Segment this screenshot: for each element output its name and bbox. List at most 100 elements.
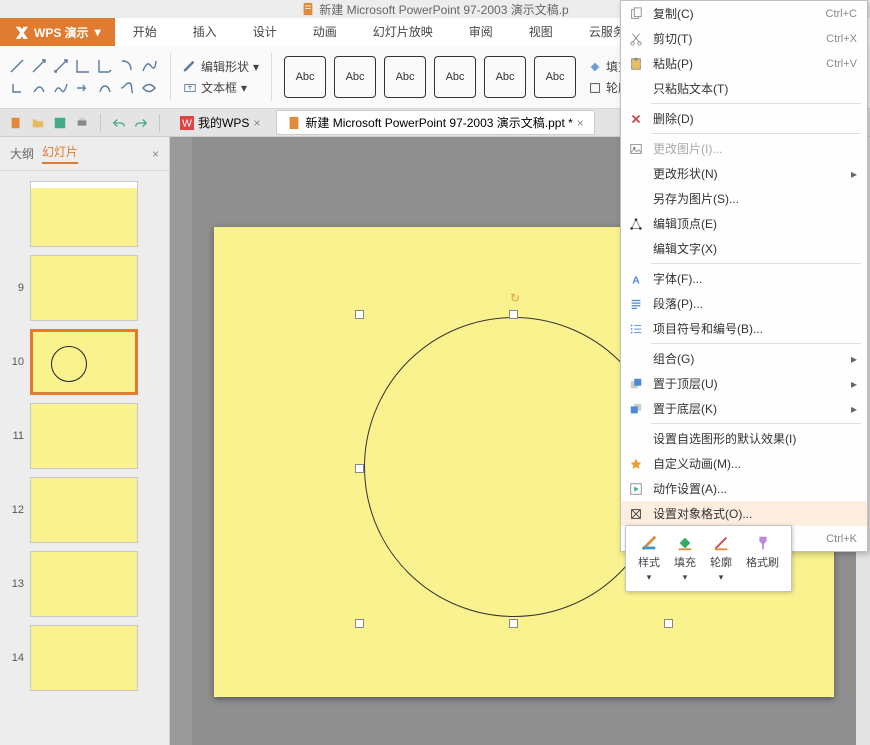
menu-item-paste-text[interactable]: 只粘贴文本(T) (621, 76, 867, 101)
shortcut-label: Ctrl+C (826, 8, 857, 20)
menu-item-action-settings[interactable]: 动作设置(A)... (621, 476, 867, 501)
new-doc-icon[interactable] (8, 115, 24, 131)
style-gallery[interactable]: Abc Abc Abc Abc Abc Abc (284, 56, 576, 98)
slide-thumbnail[interactable]: 11 (0, 399, 169, 473)
document-icon (301, 2, 315, 16)
menu-item-format-object[interactable]: 设置对象格式(O)... (621, 501, 867, 526)
undo-icon[interactable] (111, 115, 127, 131)
menu-item-group[interactable]: 组合(G)▸ (621, 346, 867, 371)
menu-item-label: 删除(D) (653, 110, 694, 127)
style-preset[interactable]: Abc (534, 56, 576, 98)
home-tab[interactable]: W 我的WPS × (170, 111, 270, 134)
menu-item-delete[interactable]: 删除(D) (621, 106, 867, 131)
menu-item-label: 更改形状(N) (653, 165, 718, 182)
menu-item-edit-text[interactable]: 编辑文字(X) (621, 236, 867, 261)
menu-item-save-as-picture[interactable]: 另存为图片(S)... (621, 186, 867, 211)
menu-item-send-back[interactable]: 置于底层(K)▸ (621, 396, 867, 421)
slide-preview (30, 403, 138, 469)
style-preset[interactable]: Abc (334, 56, 376, 98)
image-icon (628, 141, 644, 157)
submenu-arrow-icon: ▸ (851, 377, 857, 391)
textbox-button[interactable]: 文本框▾ (183, 79, 259, 96)
menu-item-copy[interactable]: 复制(C)Ctrl+C (621, 1, 867, 26)
floating-toolbox[interactable]: 样式▾ 填充▾ 轮廓▾ 格式刷 (625, 525, 792, 592)
resize-handle[interactable] (355, 619, 364, 628)
redo-icon[interactable] (133, 115, 149, 131)
slide-thumbnail[interactable]: 12 (0, 473, 169, 547)
tab-view[interactable]: 视图 (511, 17, 571, 46)
resize-handle[interactable] (664, 619, 673, 628)
slide-number: 10 (6, 356, 24, 368)
menu-item-label: 更改图片(I)... (653, 140, 722, 157)
tab-animation[interactable]: 动画 (295, 17, 355, 46)
menu-separator (651, 103, 861, 104)
tab-start[interactable]: 开始 (115, 17, 175, 46)
style-preset[interactable]: Abc (384, 56, 426, 98)
menu-item-default-effect[interactable]: 设置自选图形的默认效果(I) (621, 426, 867, 451)
resize-handle[interactable] (509, 619, 518, 628)
menu-item-label: 段落(P)... (653, 295, 703, 312)
slides-tab[interactable]: 幻灯片 (42, 143, 78, 164)
rotate-handle-icon[interactable]: ↻ (510, 291, 520, 305)
outline-button[interactable]: 轮廓▾ (704, 532, 738, 585)
menu-item-edit-points[interactable]: 编辑顶点(E) (621, 211, 867, 236)
shortcut-label: Ctrl+X (826, 33, 857, 45)
wps-logo-icon: W (180, 116, 194, 130)
menu-item-label: 设置对象格式(O)... (653, 505, 752, 522)
style-preset[interactable]: Abc (484, 56, 526, 98)
dropdown-icon: ▾ (95, 25, 101, 39)
menu-item-custom-anim[interactable]: 自定义动画(M)... (621, 451, 867, 476)
resize-handle[interactable] (355, 310, 364, 319)
close-icon[interactable]: × (577, 116, 584, 130)
app-badge[interactable]: WPS 演示 ▾ (0, 18, 115, 46)
style-button[interactable]: 样式▾ (632, 532, 666, 585)
tab-review[interactable]: 审阅 (451, 17, 511, 46)
points-icon (628, 216, 644, 232)
close-icon[interactable]: × (253, 116, 260, 130)
tab-slideshow[interactable]: 幻灯片放映 (355, 17, 451, 46)
document-title: 新建 Microsoft PowerPoint 97-2003 演示文稿.p (319, 1, 568, 18)
slide-number: 12 (6, 504, 24, 516)
fill-button[interactable]: 填充▾ (668, 532, 702, 585)
style-preset[interactable]: Abc (284, 56, 326, 98)
open-icon[interactable] (30, 115, 46, 131)
save-icon[interactable] (52, 115, 68, 131)
menu-item-bullets[interactable]: 项目符号和编号(B)... (621, 316, 867, 341)
menu-separator (651, 423, 861, 424)
menu-item-cut[interactable]: 剪切(T)Ctrl+X (621, 26, 867, 51)
slide-thumbnail[interactable]: 13 (0, 547, 169, 621)
menu-item-bring-front[interactable]: 置于顶层(U)▸ (621, 371, 867, 396)
tab-design[interactable]: 设计 (235, 17, 295, 46)
print-icon[interactable] (74, 115, 90, 131)
menu-item-font[interactable]: A字体(F)... (621, 266, 867, 291)
menu-item-paragraph[interactable]: 段落(P)... (621, 291, 867, 316)
slide-preview (30, 181, 138, 247)
slide-number: 14 (6, 652, 24, 664)
shape-gallery[interactable] (8, 57, 158, 97)
submenu-arrow-icon: ▸ (851, 352, 857, 366)
menu-item-paste[interactable]: 粘贴(P)Ctrl+V (621, 51, 867, 76)
menu-item-change-shape[interactable]: 更改形状(N)▸ (621, 161, 867, 186)
ribbon-shape-tools: 编辑形状▾ 文本框▾ (183, 58, 259, 96)
font-icon: A (628, 271, 644, 287)
slide-thumbnail[interactable]: 9 (0, 251, 169, 325)
format-painter-button[interactable]: 格式刷 (740, 532, 785, 585)
slide-thumbnail[interactable] (0, 177, 169, 251)
tab-insert[interactable]: 插入 (175, 17, 235, 46)
close-pane-icon[interactable]: × (152, 147, 159, 161)
menu-item-label: 编辑文字(X) (653, 240, 717, 257)
paste-icon (628, 56, 644, 72)
slide-preview (30, 625, 138, 691)
outline-tab[interactable]: 大纲 (10, 145, 34, 162)
slide-preview (30, 329, 138, 395)
slide-thumbnail[interactable]: 10 (0, 325, 169, 399)
edit-shape-button[interactable]: 编辑形状▾ (183, 58, 259, 75)
copy-icon (628, 6, 644, 22)
resize-handle[interactable] (509, 310, 518, 319)
style-preset[interactable]: Abc (434, 56, 476, 98)
context-menu[interactable]: 复制(C)Ctrl+C剪切(T)Ctrl+X粘贴(P)Ctrl+V只粘贴文本(T… (620, 0, 868, 552)
document-tab[interactable]: 新建 Microsoft PowerPoint 97-2003 演示文稿.ppt… (276, 110, 594, 135)
slide-thumbnail[interactable]: 14 (0, 621, 169, 695)
resize-handle[interactable] (355, 464, 364, 473)
anim-icon (628, 456, 644, 472)
